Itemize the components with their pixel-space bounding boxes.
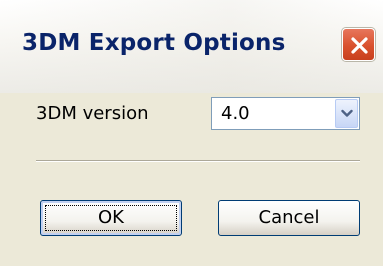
export-options-dialog: 3DM Export Options 3DM version 4.0 OK Ca… bbox=[0, 0, 383, 266]
cancel-button-label: Cancel bbox=[258, 207, 320, 228]
version-select-value: 4.0 bbox=[221, 103, 250, 124]
version-select-dropdown-button[interactable] bbox=[335, 99, 358, 128]
separator-line bbox=[36, 160, 360, 162]
chevron-down-icon bbox=[341, 109, 353, 117]
dialog-title: 3DM Export Options bbox=[22, 30, 286, 56]
ok-button[interactable]: OK bbox=[40, 200, 182, 236]
version-label: 3DM version bbox=[36, 103, 149, 124]
ok-button-label: OK bbox=[98, 207, 124, 228]
version-select[interactable]: 4.0 bbox=[211, 97, 360, 130]
close-icon bbox=[351, 37, 368, 54]
cancel-button[interactable]: Cancel bbox=[218, 200, 360, 236]
close-button[interactable] bbox=[342, 28, 375, 61]
title-bar[interactable]: 3DM Export Options bbox=[0, 0, 383, 93]
